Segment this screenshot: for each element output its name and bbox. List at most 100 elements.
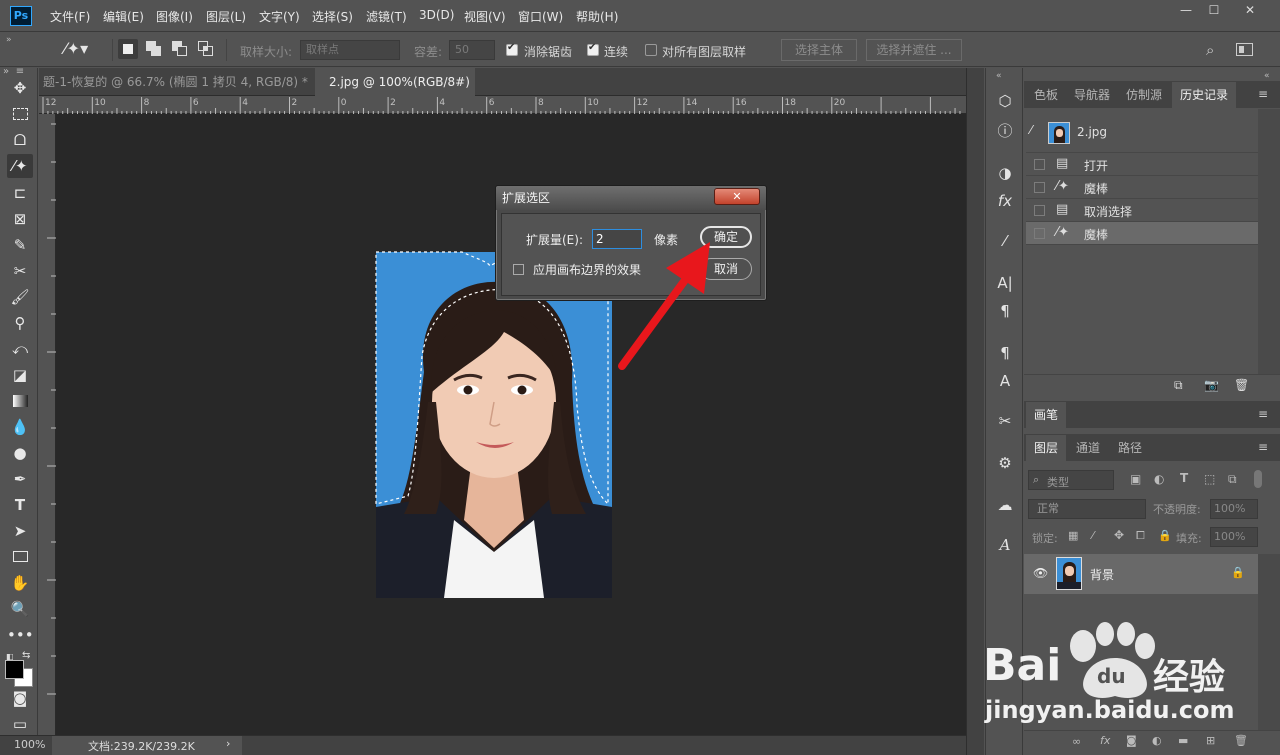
visibility-eye-icon[interactable]: 👁 [1033,566,1048,580]
lock-pixels-icon[interactable]: ⁄ [1092,529,1094,542]
lock-artboard-icon[interactable]: ⧠ [1136,529,1145,543]
menu-type[interactable]: 文字(Y) [259,8,300,25]
tab-paths[interactable]: 路径 [1110,435,1150,461]
search-icon[interactable]: ⌕ [1206,41,1214,59]
paragraph-styles-icon[interactable]: ¶ [994,342,1016,364]
lock-all-icon[interactable]: 🔒 [1158,529,1172,542]
workspace-icon[interactable] [1236,43,1253,56]
tab-history[interactable]: 历史记录 [1172,82,1236,108]
move-tool-icon[interactable]: ✥ [7,76,33,100]
clone-stamp-icon[interactable]: ⚲ [7,311,33,335]
add-to-selection-icon[interactable] [145,40,163,58]
camera-icon[interactable]: 📷 [1204,378,1219,392]
delete-layer-icon[interactable]: 🗑 [1234,734,1248,747]
subtract-selection-icon[interactable] [171,40,189,58]
menu-view[interactable]: 视图(V) [464,8,506,25]
adjustment-layer-icon[interactable]: ◐ [1152,734,1162,747]
character-styles-icon[interactable]: A [994,370,1016,392]
snapshot-thumbnail[interactable] [1048,122,1070,144]
dodge-tool-icon[interactable]: ● [7,441,33,465]
lasso-tool-icon[interactable]: ᗝ [7,128,33,152]
minimize-button[interactable]: — [1172,2,1200,18]
glyphs-panel-icon[interactable]: A [994,534,1016,556]
layer-style-icon[interactable]: fx [1100,734,1110,747]
filter-shape-icon[interactable]: ⬚ [1204,472,1215,486]
pen-tool-icon[interactable]: ✒ [7,467,33,491]
brush-tool-icon[interactable]: 🖌 [7,285,33,309]
tolerance-input[interactable]: 50 [449,40,495,60]
tab-brush[interactable]: 画笔 [1026,402,1066,428]
layers-panel-menu-icon[interactable]: ≡ [1258,440,1268,454]
menu-help[interactable]: 帮助(H) [576,8,618,25]
screen-mode-icon[interactable]: ▭ [7,712,33,736]
menu-select[interactable]: 选择(S) [312,8,353,25]
tab-navigator[interactable]: 导航器 [1068,82,1116,108]
panel-collapse-icon[interactable]: « [1264,71,1270,81]
magic-wand-preset-icon[interactable]: ⁄✦▾ [64,39,88,58]
libraries-panel-icon[interactable]: ☁ [994,494,1016,516]
apply-canvas-checkbox[interactable] [513,264,524,275]
more-tools-icon[interactable]: ••• [7,623,34,647]
styles-panel-icon[interactable]: fx [994,190,1016,212]
frame-tool-icon[interactable]: ⊠ [7,207,33,231]
lock-position-icon[interactable]: ✥ [1114,528,1124,542]
history-item[interactable]: ▤ 取消选择 [1026,199,1258,222]
menu-file[interactable]: 文件(F) [50,8,90,25]
gradient-tool-icon[interactable] [7,389,33,413]
select-subject-button[interactable]: 选择主体 [781,39,857,61]
filter-toggle[interactable] [1254,470,1262,488]
fill-input[interactable]: 100% [1210,527,1258,547]
history-item[interactable]: ⁄✦ 魔棒 [1026,176,1258,199]
quick-mask-icon[interactable]: ◙ [7,686,33,710]
crop-tool-icon[interactable]: ⊏ [7,181,33,205]
collapse-icon[interactable]: » [6,35,12,45]
tab-swatches[interactable]: 色板 [1026,82,1066,108]
paragraph-panel-icon[interactable]: ¶ [994,300,1016,322]
zoom-level[interactable]: 100% [14,738,45,751]
menu-window[interactable]: 窗口(W) [518,8,563,25]
filter-adjustment-icon[interactable]: ◐ [1154,472,1164,486]
new-layer-icon[interactable]: ⊞ [1206,734,1215,747]
menu-image[interactable]: 图像(I) [156,8,193,25]
anti-alias-checkbox[interactable] [506,42,518,56]
filter-pixel-icon[interactable]: ▣ [1130,472,1141,486]
rectangle-tool-icon[interactable] [7,545,33,569]
brush-settings-icon[interactable]: ⁄ [994,230,1016,252]
history-item-selected[interactable]: ⁄✦ 魔棒 [1026,222,1258,245]
trash-icon[interactable]: 🗑 [1234,378,1249,392]
new-document-from-state-icon[interactable]: ⧉ [1174,378,1183,393]
filter-type-icon[interactable]: T [1180,471,1188,485]
tab-document-1[interactable]: 题-1-恢复的 @ 66.7% (椭圆 1 拷贝 4, RGB/8) *✕ [39,68,314,96]
marquee-tool-icon[interactable] [7,102,33,126]
character-panel-icon[interactable]: A| [994,272,1016,294]
new-selection-icon[interactable] [118,39,138,59]
history-brush-icon[interactable]: ⤺ [7,337,33,361]
tab-clone-source[interactable]: 仿制源 [1118,82,1170,108]
history-brush-source-icon[interactable]: ⁄ [1030,123,1032,137]
hand-tool-icon[interactable]: ✋ [7,571,33,595]
tab-layers[interactable]: 图层 [1026,435,1066,461]
sample-size-select[interactable]: 取样点 [300,40,400,60]
layer-row-background[interactable]: 👁 背景 🔒 [1024,554,1258,594]
status-menu-arrow[interactable]: › [226,737,230,750]
menu-layer[interactable]: 图层(L) [206,8,246,25]
menu-edit[interactable]: 编辑(E) [103,8,144,25]
maximize-button[interactable]: ☐ [1200,2,1228,18]
properties-panel-icon[interactable]: ⚙ [994,452,1016,474]
layer-filter-select[interactable]: ⌕ 类型 [1028,470,1114,490]
eraser-tool-icon[interactable]: ◪ [7,363,33,387]
blend-mode-select[interactable]: 正常 [1028,499,1146,519]
contiguous-checkbox[interactable] [587,42,599,56]
tab-channels[interactable]: 通道 [1068,435,1108,461]
collapse-panels-icon[interactable]: « [996,71,1002,81]
add-mask-icon[interactable]: ◙ [1126,734,1137,747]
dialog-close-button[interactable]: ✕ [714,188,760,205]
new-group-icon[interactable]: ▬ [1178,734,1188,747]
eyedropper-tool-icon[interactable]: ✎ [7,233,33,257]
panel-menu-icon[interactable]: ≡ [1258,87,1268,101]
filter-smart-object-icon[interactable]: ⧉ [1228,472,1237,487]
history-scrollbar[interactable] [1258,109,1280,374]
select-and-mask-button[interactable]: 选择并遮住 ... [866,39,962,61]
path-selection-icon[interactable]: ➤ [7,519,33,543]
3d-panel-icon[interactable]: ⬡ [994,90,1016,112]
